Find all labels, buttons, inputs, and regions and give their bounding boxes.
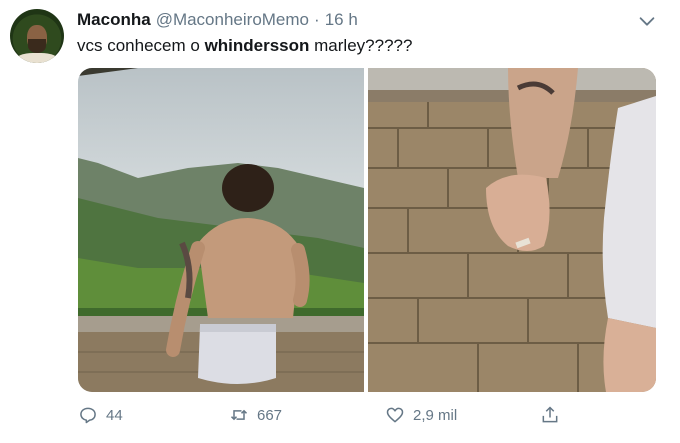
author-name[interactable]: Maconha <box>77 10 151 30</box>
share-button[interactable] <box>540 404 568 426</box>
tweet-text-before: vcs conhecem o <box>77 36 205 55</box>
retweet-count: 667 <box>257 406 283 424</box>
photo-2-scene <box>368 68 656 392</box>
retweet-button[interactable]: 667 <box>229 404 282 426</box>
share-icon <box>542 406 558 423</box>
tweet-media[interactable] <box>78 68 656 392</box>
like-button[interactable]: 2,9 mil <box>385 404 457 426</box>
tweet-text: vcs conhecem o whindersson marley????? <box>77 36 412 56</box>
media-photo-1[interactable] <box>78 68 364 392</box>
media-photo-2[interactable] <box>368 68 656 392</box>
tweet-time[interactable]: 16 h <box>325 10 358 30</box>
avatar[interactable] <box>10 9 64 63</box>
tweet-actions: 44 667 2,9 mil <box>78 400 638 430</box>
tweet-header: Maconha @MaconheiroMemo · 16 h <box>77 9 358 31</box>
author-handle[interactable]: @MaconheiroMemo <box>156 10 309 30</box>
like-icon <box>386 407 404 423</box>
photo-1-scene <box>78 68 364 392</box>
avatar-shirt <box>16 53 58 63</box>
tweet-text-after: marley????? <box>309 36 413 55</box>
retweet-icon <box>230 409 248 421</box>
reply-count: 44 <box>106 406 123 424</box>
avatar-beard <box>28 39 46 53</box>
reply-button[interactable]: 44 <box>78 404 123 426</box>
tweet-text-bold: whindersson <box>204 36 310 55</box>
chevron-down-icon[interactable] <box>636 10 658 32</box>
tweet-card[interactable]: Maconha @MaconheiroMemo · 16 h vcs conhe… <box>0 0 680 443</box>
like-count: 2,9 mil <box>413 406 458 424</box>
reply-icon <box>80 407 96 424</box>
header-separator: · <box>314 10 320 29</box>
